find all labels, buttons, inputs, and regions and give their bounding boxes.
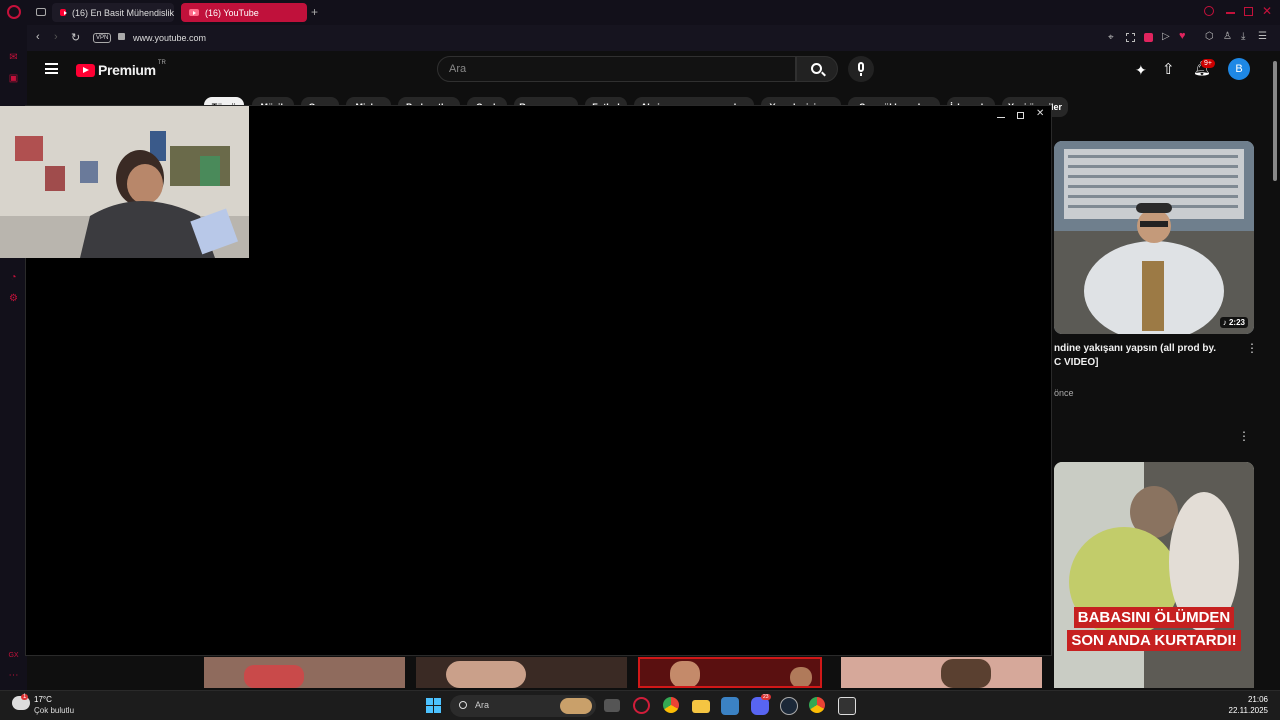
youtube-favicon-icon — [60, 9, 67, 16]
caption-line-1: BABASINI ÖLÜMDEN — [1073, 607, 1235, 628]
video-thumbnail[interactable]: ♪ 2:23 — [1054, 141, 1254, 334]
search-icon — [459, 701, 467, 709]
duration-text: 2:23 — [1228, 318, 1245, 327]
video-title-line-1[interactable]: ndine yakışanı yapsın (all prod by. — [1054, 343, 1216, 354]
opera-logo-icon[interactable] — [7, 5, 21, 19]
webcam-overlay — [0, 106, 249, 258]
minimize-player-icon[interactable] — [997, 117, 1005, 118]
search-placeholder: Ara — [449, 63, 467, 75]
taskbar-search[interactable]: Ara — [450, 695, 596, 717]
app-taskbar-icon[interactable] — [721, 697, 739, 715]
youtube-logo[interactable]: Premium TR — [76, 60, 166, 78]
scrollbar-thumb[interactable] — [1273, 61, 1277, 181]
maximize-window-icon[interactable] — [1244, 7, 1253, 16]
search-tabs-icon[interactable] — [1204, 6, 1214, 16]
tab-islands-icon[interactable] — [36, 8, 46, 16]
vpn-badge[interactable]: VPN — [93, 33, 112, 43]
thumbnail-image — [1054, 462, 1254, 688]
search-button[interactable] — [796, 56, 838, 82]
search-highlight-icon — [560, 698, 592, 714]
thumbnail-caption: BABASINI ÖLÜMDEN SON ANDA KURTARDI! — [1064, 607, 1244, 651]
reload-icon[interactable]: ↻ — [71, 31, 80, 44]
windows-start-icon[interactable] — [426, 698, 441, 713]
weather-temp[interactable]: 17°C — [34, 695, 52, 704]
settings-icon[interactable]: ⚙ — [8, 293, 19, 304]
guide-menu-icon[interactable] — [45, 63, 58, 74]
profile-icon[interactable]: ♙ — [1223, 31, 1232, 42]
create-icon[interactable]: ✦ — [1135, 62, 1147, 79]
video-title-line-2[interactable]: C VIDEO] — [1054, 357, 1098, 368]
snapshot-icon[interactable] — [1126, 33, 1135, 42]
pocket-icon[interactable] — [1144, 33, 1153, 42]
youtube-favicon-icon — [189, 9, 199, 16]
epic-games-taskbar-icon[interactable] — [838, 697, 856, 715]
search-input[interactable]: Ara — [437, 56, 796, 82]
chrome-taskbar-icon[interactable] — [663, 697, 679, 713]
download-icon[interactable]: ⤓ — [1241, 31, 1245, 42]
voice-search-button[interactable] — [848, 56, 874, 82]
url-field[interactable]: www.youtube.com — [133, 33, 206, 43]
youtube-play-icon — [76, 63, 95, 77]
logo-text: Premium — [98, 62, 156, 78]
chrome-alt-taskbar-icon[interactable] — [809, 697, 825, 713]
back-icon[interactable]: ‹ — [36, 31, 40, 43]
page-scrollbar[interactable] — [1270, 51, 1280, 690]
webcam-image — [0, 106, 249, 258]
easy-setup-icon[interactable]: ☰ — [1258, 31, 1267, 42]
tab-youtube[interactable]: (16) YouTube — [181, 3, 307, 22]
opera-gx-taskbar-icon[interactable] — [633, 697, 650, 714]
avatar[interactable]: B — [1228, 58, 1250, 80]
notification-badge: 9+ — [1201, 59, 1215, 68]
address-bar: ‹ › ↻ VPN www.youtube.com ⌖ ▷ ♥ ⬡ ♙ ⤓ ☰ — [27, 25, 1280, 51]
duration-badge: ♪ 2:23 — [1219, 317, 1248, 328]
tab-label: (16) YouTube — [205, 7, 259, 18]
discord-badge: 23 — [761, 694, 771, 700]
forward-icon[interactable]: › — [54, 31, 58, 43]
upload-icon[interactable]: ⇧ — [1162, 60, 1175, 78]
file-explorer-icon[interactable] — [692, 700, 710, 713]
extensions-icon[interactable]: ⬡ — [1205, 31, 1214, 42]
thumbnail-image — [1054, 141, 1254, 334]
weather-desc[interactable]: Çok bulutlu — [34, 706, 74, 715]
steam-taskbar-icon[interactable] — [780, 697, 798, 715]
tab-label: (16) En Basit Mühendislik — [71, 7, 174, 18]
pin-icon[interactable]: ⌖ — [1108, 32, 1114, 43]
gx-icon[interactable]: GX — [8, 650, 19, 661]
m-app-icon[interactable]: ▣ — [8, 73, 19, 84]
maximize-player-icon[interactable] — [1017, 112, 1024, 119]
video-more-icon[interactable]: ⋮ — [1246, 342, 1258, 354]
close-player-icon[interactable]: ✕ — [1036, 108, 1044, 119]
video-thumbnail[interactable] — [204, 657, 405, 688]
video-thumbnail[interactable] — [841, 657, 1042, 688]
messenger-icon[interactable]: ✉ — [8, 52, 19, 63]
logo-badge: TR — [157, 60, 166, 66]
video-thumbnail[interactable]: BABASINI ÖLÜMDEN SON ANDA KURTARDI! — [1054, 462, 1254, 688]
clock-date[interactable]: 22.11.2025 — [1229, 706, 1268, 715]
video-meta: önce — [1054, 388, 1074, 398]
microphone-icon — [858, 62, 864, 72]
windows-taskbar: 1 17°C Çok bulutlu Ara 23 21:06 22.11.20… — [0, 690, 1280, 720]
browser-tab-bar: (16) En Basit Mühendislik (16) YouTube +… — [0, 0, 1280, 25]
task-view-icon[interactable] — [604, 699, 620, 712]
more-icon[interactable]: ⋯ — [8, 670, 19, 681]
section-more-icon[interactable]: ⋮ — [1238, 430, 1250, 442]
tab-basit-muhendislik[interactable]: (16) En Basit Mühendislik — [52, 3, 174, 22]
minimize-window-icon[interactable] — [1226, 12, 1235, 14]
close-window-icon[interactable]: ✕ — [1262, 4, 1272, 18]
heart-icon[interactable]: ♥ — [1179, 30, 1186, 42]
history-icon[interactable]: ◔ — [8, 272, 19, 283]
new-tab-button[interactable]: + — [311, 5, 318, 19]
caption-line-2: SON ANDA KURTARDI! — [1067, 630, 1241, 651]
play-icon[interactable]: ▷ — [1162, 31, 1170, 42]
clock-time[interactable]: 21:06 — [1248, 695, 1268, 704]
video-thumbnail[interactable] — [638, 657, 822, 688]
taskbar-search-placeholder: Ara — [475, 700, 490, 710]
lock-icon[interactable] — [118, 33, 125, 40]
video-thumbnail[interactable] — [416, 657, 627, 688]
